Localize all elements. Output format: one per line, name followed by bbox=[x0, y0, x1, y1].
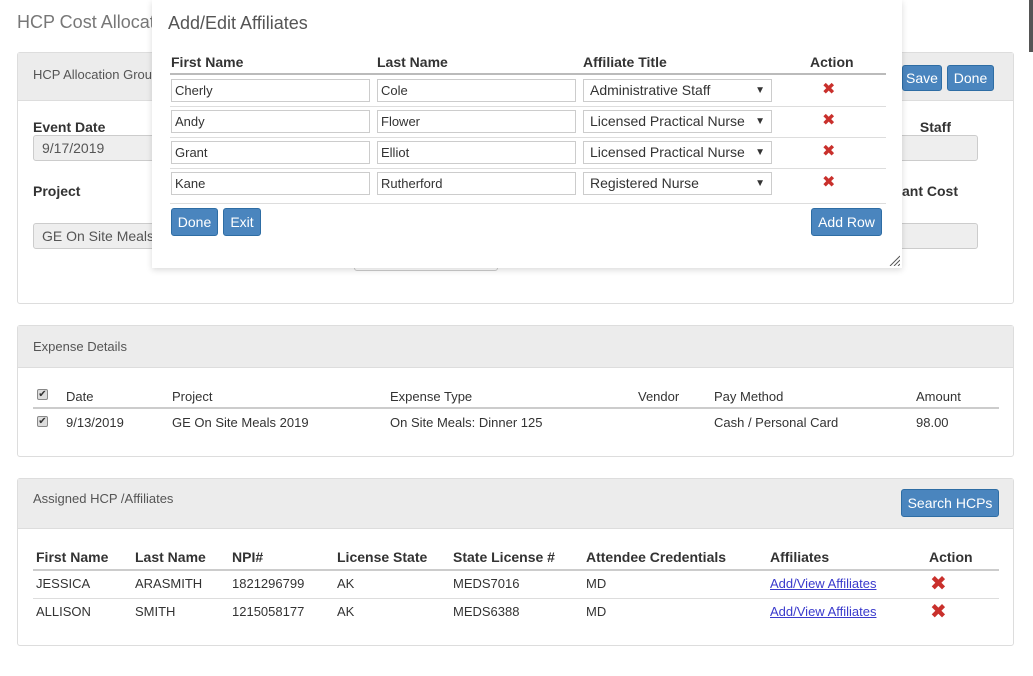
hcp-panel-title: Assigned HCP /Affiliates bbox=[33, 491, 174, 506]
done-button[interactable]: Done bbox=[947, 65, 994, 91]
modal-row-divider bbox=[170, 137, 886, 138]
expense-pay-method: Cash / Personal Card bbox=[714, 415, 839, 430]
modal-col-title: Affiliate Title bbox=[583, 54, 667, 70]
expense-panel-title: Expense Details bbox=[33, 339, 127, 354]
affiliate-title-select[interactable]: Licensed Practical Nurse ▼ bbox=[583, 141, 772, 164]
hcp-col-last: Last Name bbox=[135, 549, 206, 565]
project-label: Project bbox=[33, 183, 81, 199]
chevron-down-icon: ▼ bbox=[755, 147, 765, 158]
search-hcps-button[interactable]: Search HCPs bbox=[901, 489, 999, 517]
add-view-affiliates-link[interactable]: Add/View Affiliates bbox=[770, 604, 876, 619]
delete-row-icon[interactable]: ✖ bbox=[822, 144, 835, 160]
affiliate-title-value: Licensed Practical Nurse bbox=[590, 113, 745, 129]
hcp-panel-header: Assigned HCP /Affiliates Search HCPs bbox=[18, 479, 1013, 529]
remove-hcp-icon[interactable]: ✖ bbox=[930, 602, 947, 622]
affiliate-title-select[interactable]: Licensed Practical Nurse ▼ bbox=[583, 110, 772, 133]
chevron-down-icon: ▼ bbox=[755, 116, 765, 127]
chevron-down-icon: ▼ bbox=[755, 178, 765, 189]
hcp-col-affiliates: Affiliates bbox=[770, 549, 830, 565]
hcp-row-npi: 1215058177 bbox=[232, 604, 305, 619]
hcp-row-license: MEDS7016 bbox=[453, 576, 520, 591]
hcp-row-npi: 1821296799 bbox=[232, 576, 305, 591]
modal-col-action: Action bbox=[810, 54, 854, 70]
modal-header-divider bbox=[170, 73, 886, 75]
hcp-row-credentials: MD bbox=[586, 604, 607, 619]
affiliate-title-value: Registered Nurse bbox=[590, 175, 699, 191]
hcp-row-last: ARASMITH bbox=[135, 576, 203, 591]
modal-title: Add/Edit Affiliates bbox=[168, 13, 308, 33]
affiliate-last-name-input[interactable] bbox=[377, 172, 576, 195]
hcp-col-license-state: License State bbox=[337, 549, 428, 565]
delete-row-icon[interactable]: ✖ bbox=[822, 175, 835, 191]
expense-type: On Site Meals: Dinner 125 bbox=[390, 415, 543, 430]
modal-done-button[interactable]: Done bbox=[171, 208, 218, 236]
add-view-affiliates-link[interactable]: Add/View Affiliates bbox=[770, 576, 876, 591]
row-checkbox[interactable]: ✔ bbox=[37, 416, 48, 427]
col-pay-method: Pay Method bbox=[714, 389, 784, 404]
event-date-field[interactable]: 9/17/2019 bbox=[33, 135, 163, 161]
expense-amount: 98.00 bbox=[916, 415, 949, 430]
hcp-row-last: SMITH bbox=[135, 604, 176, 619]
hcp-row-state: AK bbox=[337, 576, 355, 591]
col-project: Project bbox=[172, 389, 213, 404]
modal-row-divider bbox=[170, 168, 886, 169]
hcp-col-npi: NPI# bbox=[232, 549, 264, 565]
header-divider bbox=[33, 407, 999, 409]
affiliate-first-name-input[interactable] bbox=[171, 141, 370, 164]
affiliate-title-select[interactable]: Registered Nurse ▼ bbox=[583, 172, 772, 195]
modal-row-divider bbox=[170, 203, 886, 204]
col-date: Date bbox=[66, 389, 94, 404]
affiliates-modal: Add/Edit Affiliates First Name Last Name… bbox=[152, 0, 902, 268]
hcp-row-first: ALLISON bbox=[36, 604, 91, 619]
select-all-checkbox[interactable]: ✔ bbox=[37, 389, 48, 400]
hcp-col-credentials: Attendee Credentials bbox=[586, 549, 727, 565]
col-amount: Amount bbox=[916, 389, 961, 404]
allocation-panel-title: HCP Allocation Group bbox=[33, 67, 160, 82]
expense-panel: Expense Details ✔ Date Project Expense T… bbox=[17, 325, 1014, 457]
event-date-label: Event Date bbox=[33, 119, 106, 135]
delete-row-icon[interactable]: ✖ bbox=[822, 82, 835, 98]
affiliate-title-select[interactable]: Administrative Staff ▼ bbox=[583, 79, 772, 102]
affiliate-first-name-input[interactable] bbox=[171, 172, 370, 195]
affiliate-title-value: Administrative Staff bbox=[590, 82, 711, 98]
delete-row-icon[interactable]: ✖ bbox=[822, 113, 835, 129]
hcp-row-license: MEDS6388 bbox=[453, 604, 520, 619]
hcp-row-credentials: MD bbox=[586, 576, 607, 591]
modal-col-last: Last Name bbox=[377, 54, 448, 70]
resize-handle-icon[interactable] bbox=[888, 254, 900, 266]
col-expense-type: Expense Type bbox=[390, 389, 473, 404]
add-row-button[interactable]: Add Row bbox=[811, 208, 882, 236]
modal-exit-button[interactable]: Exit bbox=[223, 208, 261, 236]
affiliate-last-name-input[interactable] bbox=[377, 79, 576, 102]
affiliate-last-name-input[interactable] bbox=[377, 110, 576, 133]
expense-date: 9/13/2019 bbox=[66, 415, 124, 430]
chevron-down-icon: ▼ bbox=[755, 85, 765, 96]
save-button[interactable]: Save bbox=[902, 65, 942, 91]
modal-col-first: First Name bbox=[171, 54, 244, 70]
hcp-row-first: JESSICA bbox=[36, 576, 91, 591]
col-vendor: Vendor bbox=[638, 389, 680, 404]
expense-panel-header: Expense Details bbox=[18, 326, 1013, 368]
hcp-row-divider bbox=[33, 598, 999, 599]
affiliate-last-name-input[interactable] bbox=[377, 141, 576, 164]
modal-row-divider bbox=[170, 106, 886, 107]
hcp-col-state-license: State License # bbox=[453, 549, 555, 565]
project-field[interactable]: GE On Site Meals 2019 bbox=[33, 223, 163, 249]
affiliate-first-name-input[interactable] bbox=[171, 79, 370, 102]
expense-project: GE On Site Meals 2019 bbox=[172, 415, 309, 430]
affiliate-first-name-input[interactable] bbox=[171, 110, 370, 133]
remove-hcp-icon[interactable]: ✖ bbox=[930, 574, 947, 594]
hcp-col-action: Action bbox=[929, 549, 973, 565]
hcp-row-state: AK bbox=[337, 604, 355, 619]
affiliate-title-value: Licensed Practical Nurse bbox=[590, 144, 745, 160]
hcp-header-divider bbox=[33, 569, 999, 571]
window-edge bbox=[1029, 0, 1033, 52]
hcp-col-first: First Name bbox=[36, 549, 109, 565]
hcp-panel: Assigned HCP /Affiliates Search HCPs Fir… bbox=[17, 478, 1014, 646]
